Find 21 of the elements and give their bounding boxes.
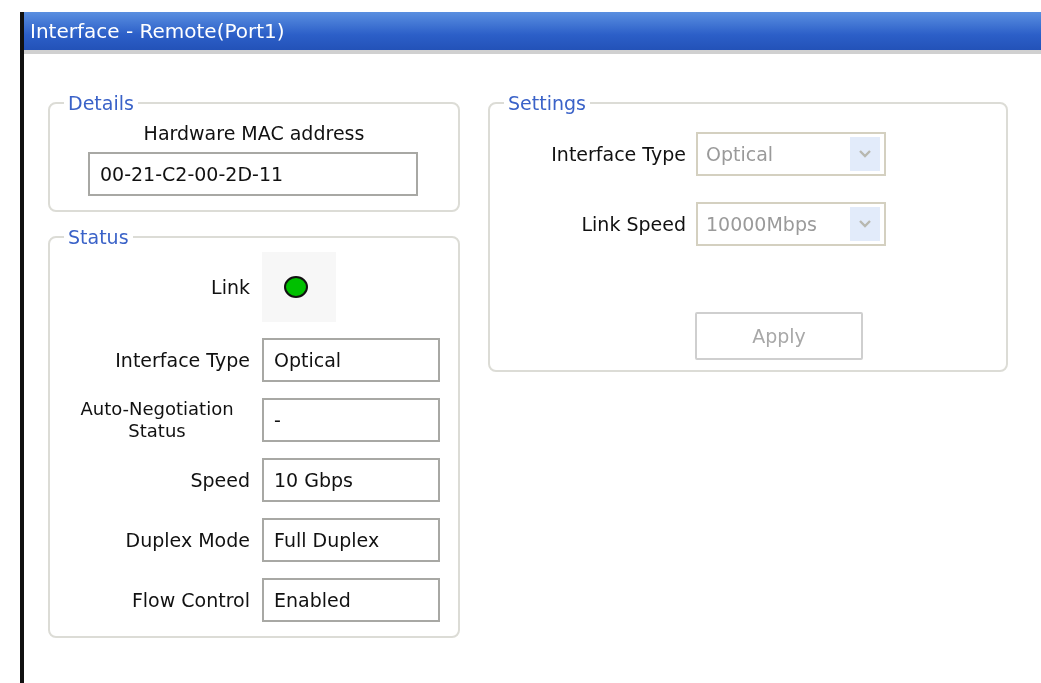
field-label: Interface Type (114, 348, 250, 372)
status-field: Full Duplex (262, 518, 440, 562)
field-label: Speed (189, 468, 250, 492)
chevron-down-icon (850, 207, 880, 241)
field-label: Flow Control (130, 588, 250, 612)
status-field: - (262, 398, 440, 442)
field-label: Auto-Negotiation Status (79, 398, 235, 442)
status-field: Optical (262, 338, 440, 382)
group-legend: Status (64, 226, 133, 248)
field-label: Duplex Mode (124, 528, 250, 552)
chevron-down-icon (850, 137, 880, 171)
field-label: Interface Type (550, 142, 686, 166)
status-field: 10 Gbps (262, 458, 440, 502)
field-label: Link Speed (580, 212, 686, 236)
group-legend: Settings (504, 92, 590, 114)
mac-address-field[interactable]: 00-21-C2-00-2D-11 (88, 152, 418, 196)
field-label: Link (210, 275, 250, 299)
window-title: Interface - Remote(Port1) (30, 19, 285, 43)
group-legend: Details (64, 92, 138, 114)
status-field: Enabled (262, 578, 440, 622)
field-label: Hardware MAC address (142, 122, 366, 144)
